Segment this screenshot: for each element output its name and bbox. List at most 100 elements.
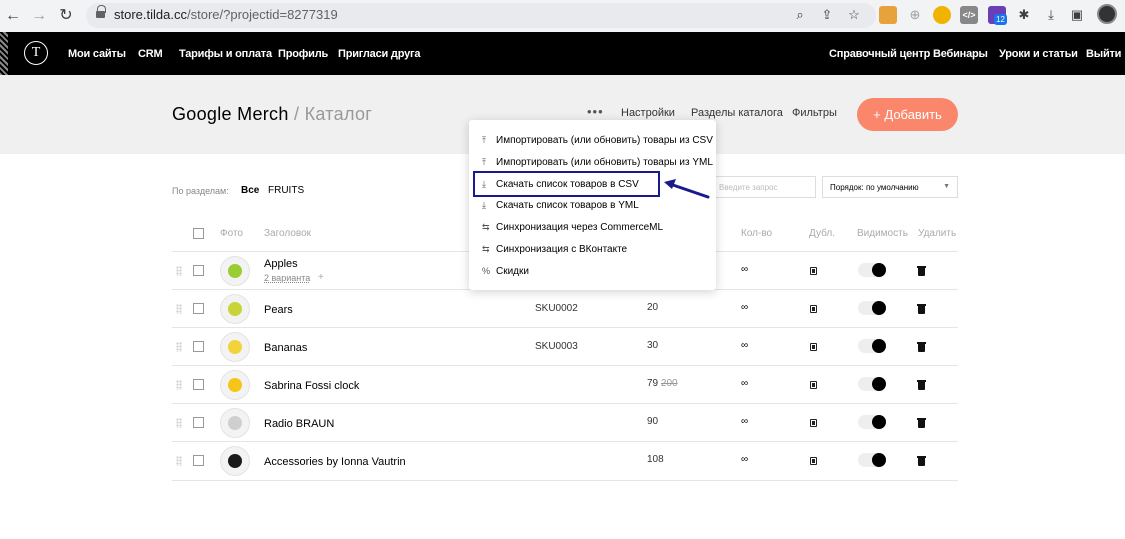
table-row[interactable]: Bananas SKU0003 30 ∞ [172, 327, 958, 365]
duplicate-icon[interactable] [810, 267, 817, 275]
visibility-toggle[interactable] [858, 415, 886, 429]
extension-icon[interactable] [933, 6, 951, 24]
zoom-icon[interactable]: ⌕ [791, 6, 809, 24]
filter-fruits[interactable]: FRUITS [268, 185, 304, 196]
more-options-button[interactable]: ••• [587, 104, 604, 119]
bookmark-star-icon[interactable]: ☆ [845, 6, 863, 24]
column-qty[interactable]: Кол-во [741, 228, 772, 239]
drag-handle-icon[interactable] [176, 342, 182, 352]
download-icon[interactable]: ⤓ [1042, 6, 1060, 24]
share-icon[interactable]: ⇪ [818, 6, 836, 24]
product-thumbnail [220, 446, 250, 476]
product-name[interactable]: Accessories by Ionna Vautrin [264, 456, 406, 468]
table-row[interactable]: Radio BRAUN 90 ∞ [172, 403, 958, 441]
trash-icon[interactable] [917, 342, 926, 352]
settings-link[interactable]: Настройки [621, 107, 675, 119]
menu-item-import-yml[interactable]: ⤒ Импортировать (или обновить) товары из … [482, 157, 713, 168]
page-title: Google Merch / Каталог [172, 104, 373, 124]
extension-icon[interactable] [879, 6, 897, 24]
add-button[interactable]: + Добавить [857, 98, 958, 131]
table-row[interactable]: Accessories by Ionna Vautrin 108 ∞ [172, 441, 958, 479]
nav-help-center[interactable]: Справочный центр [829, 48, 930, 60]
drag-handle-icon[interactable] [176, 456, 182, 466]
sort-select[interactable]: Порядок: по умолчанию ▼ [822, 176, 958, 198]
table-row[interactable]: Pears SKU0002 20 ∞ [172, 289, 958, 327]
add-variant-icon[interactable]: + [318, 272, 324, 283]
back-icon[interactable]: ← [4, 7, 22, 25]
visibility-toggle[interactable] [858, 339, 886, 353]
nav-my-sites[interactable]: Мои сайты [68, 48, 126, 60]
row-checkbox[interactable] [193, 417, 204, 428]
duplicate-icon[interactable] [810, 457, 817, 465]
avatar[interactable] [1097, 4, 1117, 24]
nav-tariffs[interactable]: Тарифы и оплата [179, 48, 272, 60]
quantity-value: ∞ [741, 340, 749, 351]
visibility-toggle[interactable] [858, 453, 886, 467]
product-name[interactable]: Pears [264, 304, 293, 316]
product-name[interactable]: Radio BRAUN [264, 418, 334, 430]
quantity-value: ∞ [741, 264, 749, 275]
price-value: 108 [647, 454, 664, 465]
visibility-toggle[interactable] [858, 301, 886, 315]
duplicate-icon[interactable] [810, 419, 817, 427]
catalog-sections-link[interactable]: Разделы каталога [691, 107, 783, 119]
menu-item-import-csv[interactable]: ⤒ Импортировать (или обновить) товары из … [482, 135, 713, 146]
menu-item-download-yml[interactable]: ⤓ Скачать список товаров в YML [482, 200, 639, 211]
nav-invite[interactable]: Пригласи друга [338, 48, 421, 60]
nav-webinars[interactable]: Вебинары [933, 48, 988, 60]
drag-handle-icon[interactable] [176, 418, 182, 428]
row-checkbox[interactable] [193, 455, 204, 466]
visibility-toggle[interactable] [858, 263, 886, 277]
column-title[interactable]: Заголовок [264, 228, 311, 239]
sidepanel-icon[interactable]: ▣ [1068, 6, 1086, 24]
duplicate-icon[interactable] [810, 381, 817, 389]
forward-icon[interactable]: → [30, 7, 48, 25]
tilda-logo-icon[interactable]: T [24, 41, 48, 65]
duplicate-icon[interactable] [810, 343, 817, 351]
product-name[interactable]: Sabrina Fossi clock [264, 380, 359, 392]
variants-link[interactable]: 2 варианта [264, 273, 310, 283]
product-name[interactable]: Apples [264, 258, 298, 270]
nav-logout[interactable]: Выйти [1086, 48, 1121, 60]
trash-icon[interactable] [917, 418, 926, 428]
trash-icon[interactable] [917, 304, 926, 314]
url-text[interactable]: store.tilda.cc/store/?projectid=8277319 [114, 7, 338, 22]
trash-icon[interactable] [917, 456, 926, 466]
trash-icon[interactable] [917, 380, 926, 390]
table-row[interactable]: Sabrina Fossi clock 79 200 ∞ [172, 365, 958, 403]
code-extension-icon[interactable]: </> [960, 6, 978, 24]
visibility-toggle[interactable] [858, 377, 886, 391]
sync-icon: ⇆ [482, 244, 490, 254]
menu-item-sync-commerceml[interactable]: ⇆ Синхронизация через CommerceML [482, 222, 663, 233]
annotation-highlight-box [473, 171, 660, 197]
column-photo: Фото [220, 228, 243, 239]
menu-item-sync-vk[interactable]: ⇆ Синхронизация с ВКонтакте [482, 244, 627, 255]
drag-handle-icon[interactable] [176, 380, 182, 390]
puzzle-icon[interactable]: ✱ [1015, 6, 1033, 24]
product-name[interactable]: Bananas [264, 342, 307, 354]
filter-all[interactable]: Все [241, 185, 259, 196]
row-checkbox[interactable] [193, 265, 204, 276]
menu-item-discounts[interactable]: % Скидки [482, 266, 529, 277]
drag-handle-icon[interactable] [176, 304, 182, 314]
column-duplicate: Дубл. [809, 228, 835, 239]
nav-lessons[interactable]: Уроки и статьи [999, 48, 1078, 60]
globe-icon[interactable]: ⊕ [906, 6, 924, 24]
lock-icon[interactable] [96, 5, 106, 20]
select-all-checkbox[interactable] [193, 228, 204, 239]
row-checkbox[interactable] [193, 341, 204, 352]
filters-link[interactable]: Фильтры [792, 107, 837, 119]
search-input[interactable]: Введите запрос [711, 176, 816, 198]
reload-icon[interactable]: ↻ [57, 7, 75, 25]
trash-icon[interactable] [917, 266, 926, 276]
duplicate-icon[interactable] [810, 305, 817, 313]
nav-crm[interactable]: CRM [138, 48, 163, 60]
nav-profile[interactable]: Профиль [278, 48, 328, 60]
row-checkbox[interactable] [193, 379, 204, 390]
chevron-down-icon: ▼ [943, 183, 950, 190]
column-delete: Удалить [918, 228, 957, 239]
drag-handle-icon[interactable] [176, 266, 182, 276]
row-checkbox[interactable] [193, 303, 204, 314]
old-price: 200 [660, 378, 678, 389]
product-image [228, 264, 242, 278]
